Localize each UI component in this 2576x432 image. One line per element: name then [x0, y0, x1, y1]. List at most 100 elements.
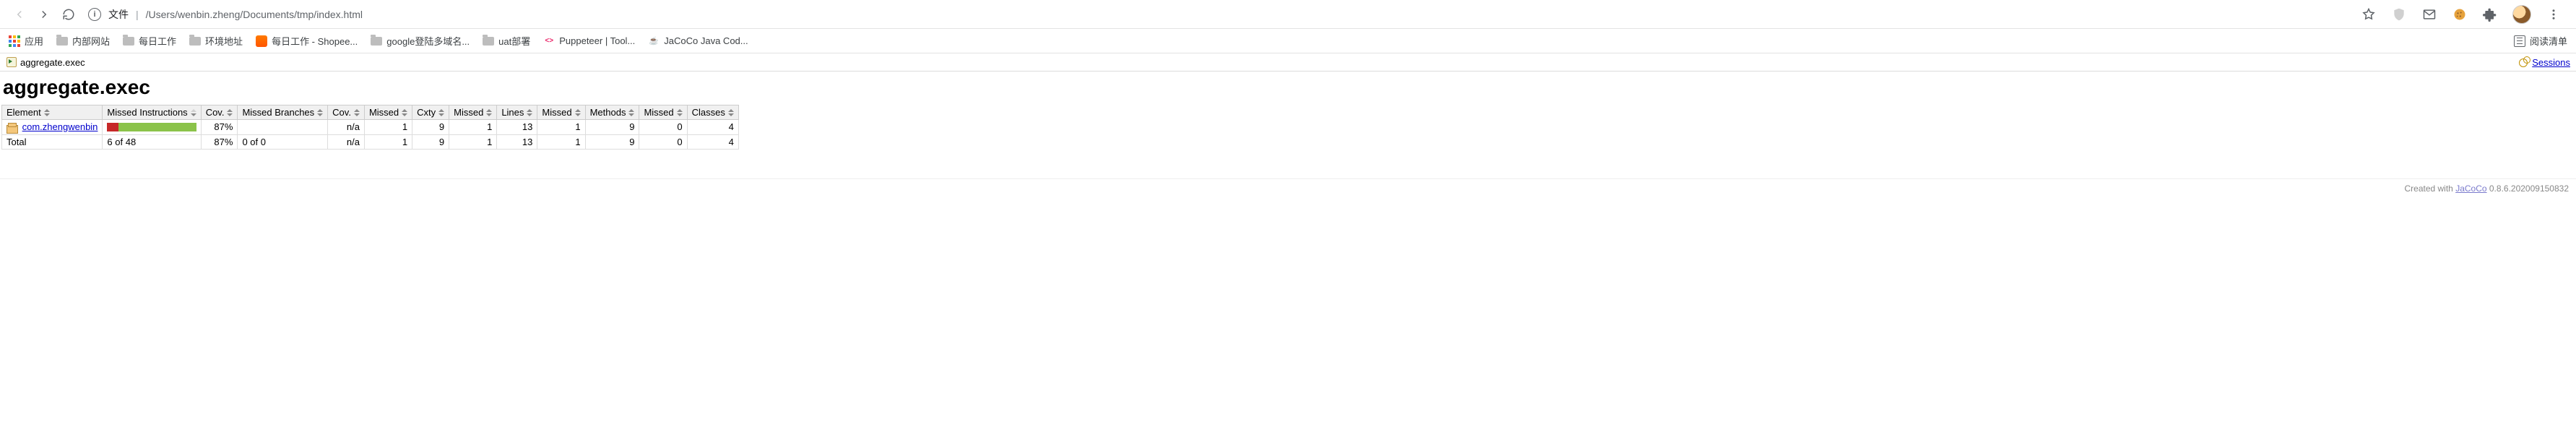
cookie-icon[interactable]	[2452, 7, 2468, 22]
cell-total-instr-cov: 87%	[201, 134, 238, 149]
apps-grid-icon	[9, 35, 20, 47]
cell-meth-tot: 9	[585, 120, 639, 135]
mail-icon[interactable]	[2421, 7, 2437, 22]
folder-icon	[483, 37, 494, 46]
cell-cxty-miss: 1	[364, 120, 412, 135]
cell-cls-tot: 4	[687, 120, 738, 135]
cell-total-branch-cov: n/a	[328, 134, 365, 149]
footer-jacoco-link[interactable]: JaCoCo	[2455, 183, 2486, 194]
col-missed-branches[interactable]: Missed Branches	[238, 105, 328, 120]
col-lines[interactable]: Lines	[497, 105, 537, 120]
reading-list-label: 阅读清单	[2530, 34, 2567, 48]
cell-total-meth-miss: 1	[537, 134, 585, 149]
page-footer: Created with JaCoCo 0.8.6.202009150832	[0, 178, 2576, 198]
footer-created: Created with	[2404, 183, 2455, 194]
apps-label: 应用	[25, 34, 43, 48]
folder-icon	[189, 37, 201, 46]
col-missed-lines[interactable]: Missed	[449, 105, 497, 120]
extensions-icon[interactable]	[2482, 7, 2498, 22]
cell-meth-miss: 1	[537, 120, 585, 135]
col-cxty[interactable]: Cxty	[412, 105, 449, 120]
url-separator: |	[136, 9, 139, 20]
bookmark-label: 内部网站	[72, 34, 110, 48]
bookmark-shopee[interactable]: 每日工作 - Shopee...	[256, 34, 358, 48]
bookmark-label: 每日工作	[139, 34, 176, 48]
package-link[interactable]: com.zhengwenbin	[22, 121, 98, 132]
cell-branch-bar	[238, 120, 328, 135]
chrome-menu-icon[interactable]	[2546, 7, 2562, 22]
cell-total-lines-miss: 1	[449, 134, 497, 149]
folder-icon	[123, 37, 134, 46]
cell-lines-miss: 1	[449, 120, 497, 135]
bookmark-jacoco[interactable]: ☕ JaCoCo Java Cod...	[648, 35, 748, 47]
site-info-icon[interactable]: i	[88, 8, 101, 21]
cell-total-cxty-tot: 9	[412, 134, 449, 149]
apps-shortcut[interactable]: 应用	[9, 34, 43, 48]
sessions-link[interactable]: Sessions	[2532, 57, 2570, 68]
bookmark-label: uat部署	[498, 34, 530, 48]
bookmark-label: 环境地址	[205, 34, 243, 48]
package-icon	[7, 123, 17, 133]
jacoco-report: aggregate.exec Sessions aggregate.exec E…	[0, 53, 2576, 198]
bookmarks-bar: 应用 内部网站 每日工作 环境地址 每日工作 - Shopee... googl…	[0, 29, 2576, 53]
cell-total-label: Total	[2, 134, 103, 149]
bookmark-folder[interactable]: 每日工作	[123, 34, 176, 48]
bookmark-label: 每日工作 - Shopee...	[272, 34, 358, 48]
profile-avatar[interactable]	[2512, 5, 2531, 24]
breadcrumb-current: aggregate.exec	[20, 57, 85, 68]
col-missed-cxty[interactable]: Missed	[364, 105, 412, 120]
footer-version: 0.8.6.202009150832	[2487, 183, 2569, 194]
cell-total-branch: 0 of 0	[238, 134, 328, 149]
reading-list[interactable]: 阅读清单	[2514, 34, 2567, 48]
url-scheme: 文件	[108, 7, 129, 22]
bookmark-folder[interactable]: 环境地址	[189, 34, 243, 48]
cell-branch-cov: n/a	[328, 120, 365, 135]
bookmark-folder[interactable]: 内部网站	[56, 34, 110, 48]
cell-cxty-tot: 9	[412, 120, 449, 135]
folder-icon	[56, 37, 68, 46]
bookmark-folder[interactable]: google登陆多域名...	[371, 34, 470, 48]
breadcrumb: aggregate.exec Sessions	[0, 53, 2576, 72]
cell-total-meth-tot: 9	[585, 134, 639, 149]
cell-total-instr: 6 of 48	[103, 134, 201, 149]
table-row: com.zhengwenbin 87% n/a 1 9 1 13 1 9 0 4	[2, 120, 739, 135]
col-element[interactable]: Element	[2, 105, 103, 120]
table-total-row: Total 6 of 48 87% 0 of 0 n/a 1 9 1 13 1 …	[2, 134, 739, 149]
page-title: aggregate.exec	[3, 76, 2576, 99]
table-header-row: Element Missed Instructions Cov. Missed …	[2, 105, 739, 120]
cell-element: com.zhengwenbin	[2, 120, 103, 135]
code-icon: <>	[543, 35, 555, 47]
cell-total-cxty-miss: 1	[364, 134, 412, 149]
bookmark-label: JaCoCo Java Cod...	[664, 35, 748, 46]
url-path: /Users/wenbin.zheng/Documents/tmp/index.…	[146, 9, 363, 20]
reload-button[interactable]	[56, 2, 81, 27]
coverage-table: Element Missed Instructions Cov. Missed …	[1, 105, 739, 150]
bookmark-folder[interactable]: uat部署	[483, 34, 530, 48]
shopee-icon	[256, 35, 267, 47]
cell-total-cls-tot: 4	[687, 134, 738, 149]
cell-cls-miss: 0	[639, 120, 687, 135]
bookmark-label: Puppeteer | Tool...	[559, 35, 635, 46]
cell-instr-cov: 87%	[201, 120, 238, 135]
col-missed-classes[interactable]: Missed	[639, 105, 687, 120]
col-cov-instr[interactable]: Cov.	[201, 105, 238, 120]
bookmark-star-icon[interactable]	[2361, 7, 2377, 22]
col-missed-instr[interactable]: Missed Instructions	[103, 105, 201, 120]
col-methods[interactable]: Methods	[585, 105, 639, 120]
col-missed-methods[interactable]: Missed	[537, 105, 585, 120]
forward-button[interactable]	[32, 2, 56, 27]
cell-instr-bar	[103, 120, 201, 135]
address-bar[interactable]: i 文件 | /Users/wenbin.zheng/Documents/tmp…	[88, 7, 2361, 22]
bookmark-puppeteer[interactable]: <> Puppeteer | Tool...	[543, 35, 635, 47]
cell-total-lines-tot: 13	[497, 134, 537, 149]
exec-icon	[6, 56, 17, 68]
cell-lines-tot: 13	[497, 120, 537, 135]
java-icon: ☕	[648, 35, 660, 47]
cell-total-cls-miss: 0	[639, 134, 687, 149]
col-classes[interactable]: Classes	[687, 105, 738, 120]
col-cov-branches[interactable]: Cov.	[328, 105, 365, 120]
back-button[interactable]	[7, 2, 32, 27]
folder-icon	[371, 37, 382, 46]
shield-icon[interactable]	[2391, 7, 2407, 22]
sessions-icon	[2519, 56, 2530, 68]
